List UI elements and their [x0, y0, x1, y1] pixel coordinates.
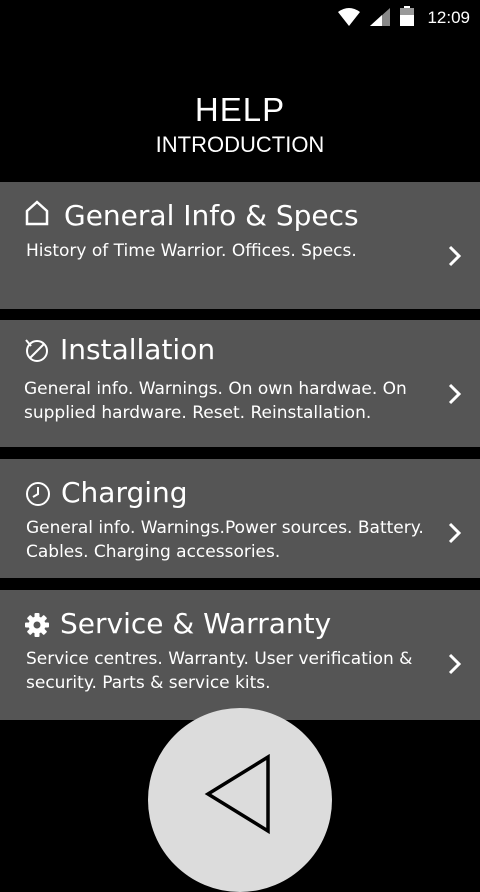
menu-item-charging[interactable]: Charging General info. Warnings.Power so… [0, 459, 480, 578]
menu-item-description: History of Time Warrior. Offices. Specs. [26, 241, 357, 261]
home-icon [25, 200, 49, 226]
gear-icon [25, 613, 49, 637]
menu-item-title: Service & Warranty [60, 607, 332, 640]
clock-icon [26, 482, 50, 506]
chevron-right-icon [448, 383, 462, 405]
wifi-icon [338, 8, 360, 26]
menu-item-description: General info. Warnings.Power sources. Ba… [26, 518, 424, 562]
menu-item-title: Installation [60, 333, 216, 366]
battery-icon [400, 6, 414, 26]
page-subtitle: INTRODUCTION [155, 132, 325, 157]
menu-item-title: Charging [61, 476, 188, 509]
menu-item-general-info[interactable]: General Info & Specs History of Time War… [0, 182, 480, 309]
installation-icon [25, 339, 48, 362]
chevron-right-icon [448, 653, 462, 675]
page-title: HELP [194, 91, 286, 128]
page-header: HELP INTRODUCTION [0, 92, 480, 158]
status-bar: 12:09 [0, 0, 480, 36]
menu-item-description: General info. Warnings. On own hardwae. … [24, 379, 407, 423]
signal-icon [370, 8, 390, 26]
back-button[interactable] [148, 708, 332, 892]
back-triangle-icon [204, 754, 270, 835]
menu-item-service-warranty[interactable]: Service & Warranty Service centres. Warr… [0, 590, 480, 720]
menu-item-title: General Info & Specs [64, 199, 359, 232]
chevron-right-icon [448, 522, 462, 544]
menu-item-installation[interactable]: Installation General info. Warnings. On … [0, 320, 480, 447]
chevron-right-icon [448, 245, 462, 267]
menu-item-description: Service centres. Warranty. User verifica… [26, 649, 413, 693]
status-time: 12:09 [427, 8, 470, 27]
